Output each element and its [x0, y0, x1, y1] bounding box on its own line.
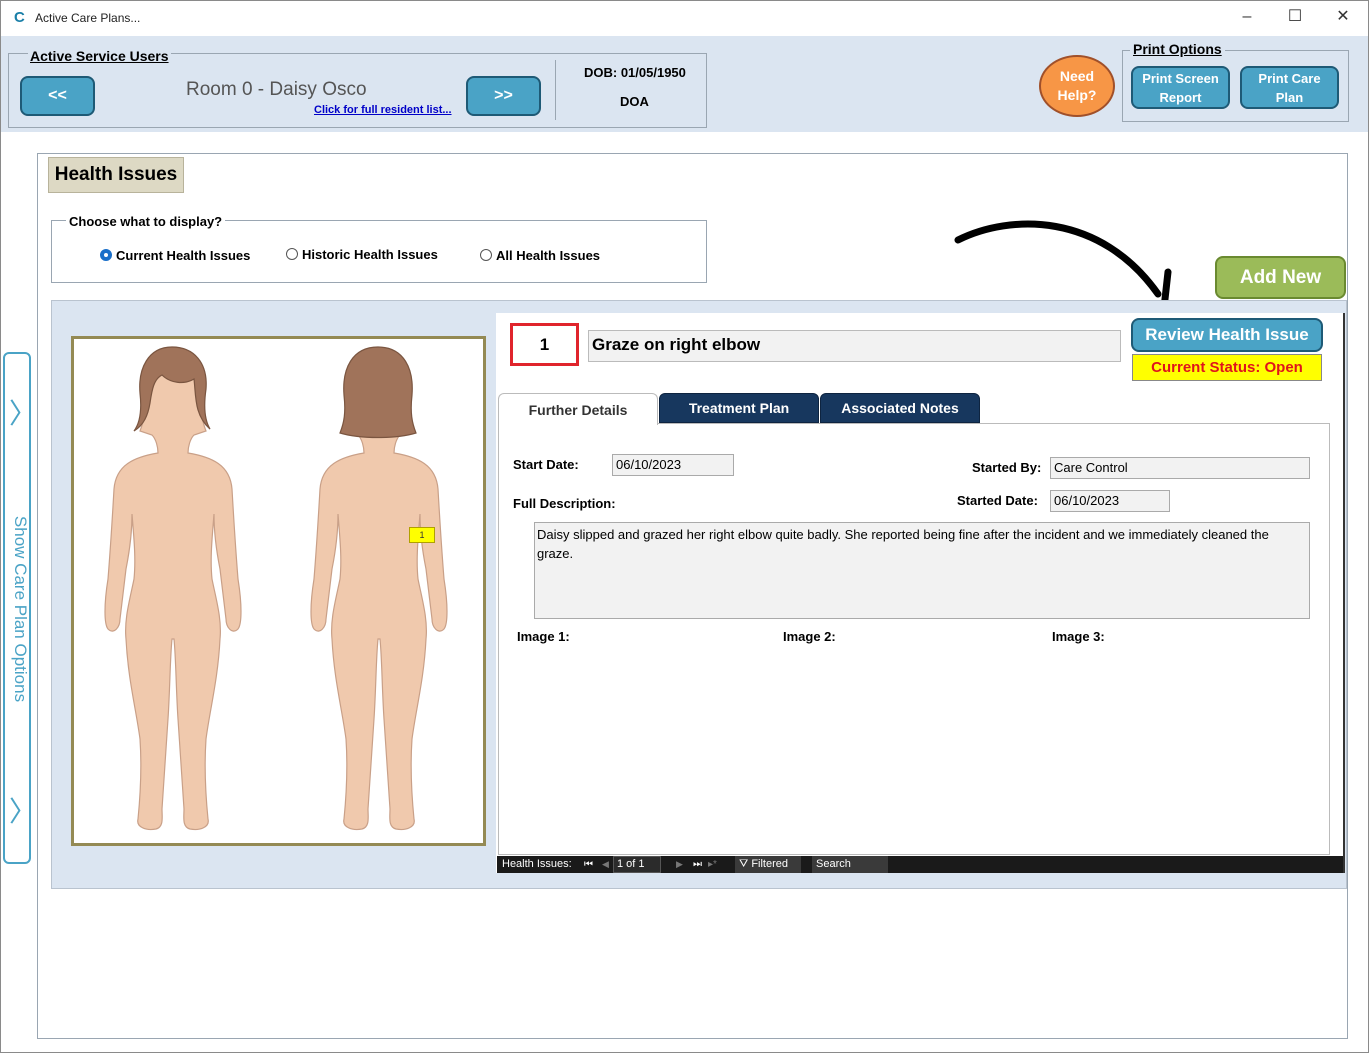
radio-historic-health-issues[interactable]: Historic Health Issues [286, 246, 438, 262]
add-new-button[interactable]: Add New [1215, 256, 1346, 299]
radio-all-health-issues[interactable]: All Health Issues [480, 247, 600, 263]
chevron-right-icon[interactable]: 〉 [9, 392, 37, 432]
radio-label: Historic Health Issues [302, 246, 438, 262]
radio-unselected-icon [286, 248, 298, 260]
next-record-icon[interactable]: ▶ [676, 856, 683, 873]
show-care-plan-options-label: Show Care Plan Options [11, 515, 30, 703]
print-care-plan-button[interactable]: Print Care Plan [1240, 66, 1339, 109]
radio-selected-icon [100, 249, 112, 261]
new-record-icon[interactable]: ▸* [708, 856, 717, 873]
image-3-label: Image 3: [1052, 629, 1105, 644]
tab-content [498, 423, 1330, 855]
status-badge: Current Status: Open [1132, 354, 1322, 381]
radio-label: Current Health Issues [116, 247, 251, 263]
date-of-birth: DOB: 01/05/1950 [584, 65, 686, 80]
image-1-label: Image 1: [517, 629, 570, 644]
window-title: Active Care Plans... [35, 11, 141, 25]
title-bar [1, 1, 1368, 35]
resident-name: Room 0 - Daisy Osco [186, 79, 367, 100]
record-position-field[interactable]: 1 of 1 [613, 856, 661, 873]
display-filter-legend: Choose what to display? [66, 214, 226, 229]
issue-number: 1 [510, 323, 579, 366]
review-health-issue-button[interactable]: Review Health Issue [1131, 318, 1323, 352]
last-record-icon[interactable]: ⏭ [693, 856, 702, 873]
need-help-button[interactable]: Need Help? [1039, 55, 1115, 117]
radio-unselected-icon [480, 249, 492, 261]
filtered-label: Filtered [751, 858, 788, 870]
started-date-label: Started Date: [957, 493, 1038, 508]
body-map-marker[interactable]: 1 [409, 527, 435, 543]
tab-further-details[interactable]: Further Details [498, 393, 658, 425]
full-description-label: Full Description: [513, 496, 616, 511]
start-date-field[interactable]: 06/10/2023 [612, 454, 734, 476]
started-date-field[interactable]: 06/10/2023 [1050, 490, 1170, 512]
print-screen-report-button[interactable]: Print Screen Report [1131, 66, 1230, 109]
chevron-right-icon[interactable]: 〉 [9, 790, 37, 830]
started-by-field[interactable]: Care Control [1050, 457, 1310, 479]
print-options-legend: Print Options [1130, 41, 1225, 57]
minimize-icon[interactable]: – [1233, 6, 1261, 28]
previous-record-icon[interactable]: ◀ [602, 856, 609, 873]
record-nav-label: Health Issues: [502, 858, 572, 870]
radio-current-health-issues[interactable]: Current Health Issues [100, 247, 250, 263]
close-icon[interactable]: ✕ [1329, 6, 1357, 28]
image-2-label: Image 2: [783, 629, 836, 644]
front-body-figure [104, 346, 242, 831]
next-resident-button[interactable]: >> [466, 76, 541, 116]
first-record-icon[interactable]: ⏮ [584, 856, 593, 873]
tab-treatment-plan[interactable]: Treatment Plan [659, 393, 819, 423]
app-logo-icon: C [14, 9, 25, 26]
service-users-legend: Active Service Users [28, 48, 171, 64]
tab-associated-notes[interactable]: Associated Notes [820, 393, 980, 423]
issue-title-field[interactable]: Graze on right elbow [588, 330, 1121, 362]
full-resident-list-link[interactable]: Click for full resident list... [314, 104, 452, 116]
page-title: Health Issues [48, 157, 184, 193]
divider [555, 60, 556, 120]
body-map-figures [104, 346, 448, 831]
back-body-figure [310, 346, 448, 831]
filter-icon: ⛛ [739, 858, 749, 870]
date-of-admission: DOA [620, 94, 649, 109]
started-by-label: Started By: [972, 460, 1042, 475]
body-map[interactable]: 1 [71, 336, 486, 846]
record-navigation-bar: Health Issues: ⏮ ◀ 1 of 1 ▶ ⏭ ▸* ⛛ Filte… [497, 856, 1343, 873]
print-care-plan-label: Print Care Plan [1258, 70, 1321, 105]
full-description-field[interactable]: Daisy slipped and grazed her right elbow… [534, 522, 1310, 619]
print-screen-report-label: Print Screen Report [1142, 70, 1219, 105]
search-input[interactable]: Search [812, 856, 888, 873]
need-help-label: Need Help? [1057, 68, 1097, 103]
radio-label: All Health Issues [496, 247, 601, 263]
previous-resident-button[interactable]: << [20, 76, 95, 116]
start-date-label: Start Date: [513, 457, 579, 472]
maximize-icon[interactable]: ☐ [1281, 6, 1309, 28]
filtered-toggle[interactable]: ⛛ Filtered [735, 856, 801, 873]
